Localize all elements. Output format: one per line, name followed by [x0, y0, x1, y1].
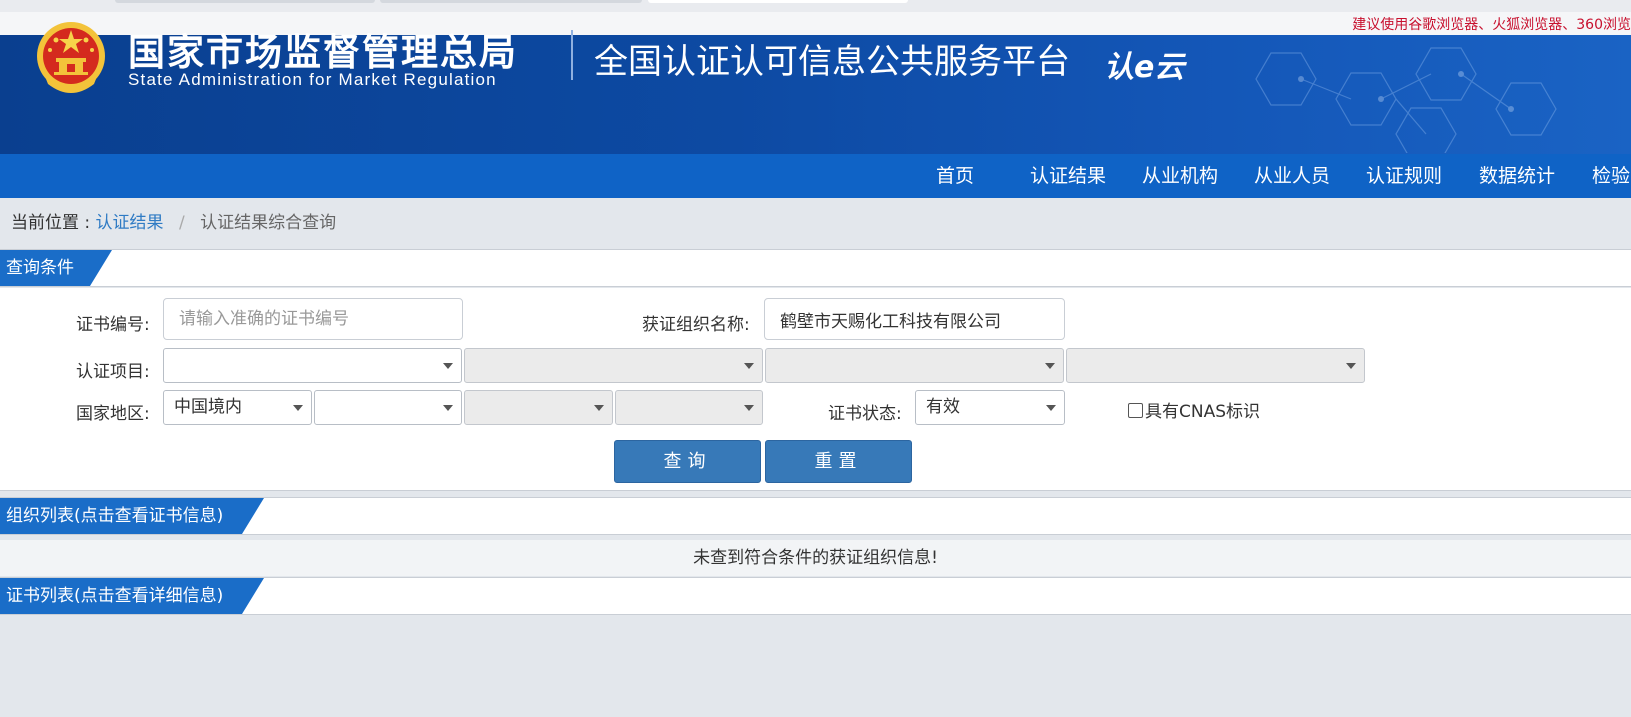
- breadcrumb-current: 认证结果综合查询: [200, 213, 337, 233]
- chevron-down-icon: [443, 363, 453, 369]
- nav-item-home[interactable]: 首页: [936, 154, 974, 198]
- query-form: 证书编号: 获证组织名称: 认证项目: 国家地区: 中国境内 证书状态: 有效 …: [0, 288, 1631, 491]
- browser-tab-active[interactable]: [648, 0, 908, 3]
- project-select-1[interactable]: [163, 348, 462, 383]
- org-name-en: State Administration for Market Regulati…: [128, 70, 497, 89]
- breadcrumb-link[interactable]: 认证结果: [96, 213, 164, 233]
- brand-logo: 认e云: [1104, 50, 1185, 85]
- status-select[interactable]: 有效: [915, 390, 1065, 425]
- browser-tab[interactable]: [115, 0, 375, 3]
- nav-item-institutions[interactable]: 从业机构: [1142, 154, 1218, 198]
- region-label: 国家地区:: [76, 404, 150, 424]
- cert-list-section-title: 证书列表(点击查看详细信息): [0, 578, 264, 614]
- cnas-checkbox-label: 具有CNAS标识: [1145, 402, 1261, 422]
- project-select-2[interactable]: [464, 348, 763, 383]
- nav-item-statistics[interactable]: 数据统计: [1479, 154, 1555, 198]
- chevron-down-icon: [293, 405, 303, 411]
- browser-tab[interactable]: [380, 0, 642, 3]
- region-select-value: 中国境内: [174, 397, 242, 417]
- chevron-down-icon: [443, 405, 453, 411]
- chevron-down-icon: [744, 405, 754, 411]
- cert-no-label: 证书编号:: [76, 315, 150, 335]
- nav-item-personnel[interactable]: 从业人员: [1254, 154, 1330, 198]
- chevron-down-icon: [1046, 405, 1056, 411]
- region-select-district[interactable]: [615, 390, 763, 425]
- header-divider: [571, 30, 573, 80]
- breadcrumb: 当前位置 : 认证结果 / 认证结果综合查询: [11, 208, 336, 233]
- breadcrumb-label: 当前位置 :: [11, 213, 91, 233]
- query-section-title: 查询条件: [0, 250, 112, 286]
- query-section-header: 查询条件: [0, 249, 1631, 287]
- cert-no-input[interactable]: [163, 298, 463, 340]
- project-label: 认证项目:: [76, 362, 150, 382]
- region-select-city[interactable]: [464, 390, 613, 425]
- project-select-3[interactable]: [765, 348, 1064, 383]
- nav-item-cert-results[interactable]: 认证结果: [1030, 154, 1106, 198]
- status-label: 证书状态:: [828, 404, 902, 424]
- cert-list-section-header: 证书列表(点击查看详细信息): [0, 577, 1631, 615]
- cnas-checkbox[interactable]: [1128, 403, 1143, 418]
- region-select-province[interactable]: [314, 390, 462, 425]
- org-list-empty-message: 未查到符合条件的获证组织信息!: [0, 540, 1631, 576]
- cnas-checkbox-wrap[interactable]: 具有CNAS标识: [1128, 397, 1260, 422]
- browser-top-strip: [0, 0, 1631, 12]
- chevron-down-icon: [594, 405, 604, 411]
- chevron-down-icon: [744, 363, 754, 369]
- org-list-section-header: 组织列表(点击查看证书信息): [0, 497, 1631, 535]
- national-emblem-icon: [37, 22, 105, 93]
- nav-item-rules[interactable]: 认证规则: [1366, 154, 1442, 198]
- query-button[interactable]: 查询: [614, 440, 761, 483]
- region-select-country[interactable]: 中国境内: [163, 390, 312, 425]
- nav-item-inspection[interactable]: 检验: [1592, 154, 1630, 198]
- status-select-value: 有效: [926, 397, 960, 417]
- platform-title: 全国认证认可信息公共服务平台: [594, 42, 1070, 82]
- breadcrumb-separator: /: [178, 213, 185, 233]
- org-name-input[interactable]: [764, 298, 1065, 340]
- hexagon-pattern-icon: [1255, 47, 1557, 153]
- chevron-down-icon: [1045, 363, 1055, 369]
- main-nav: 首页 认证结果 从业机构 从业人员 认证规则 数据统计 检验: [0, 154, 1631, 198]
- org-list-section-title: 组织列表(点击查看证书信息): [0, 498, 264, 534]
- org-name-label: 获证组织名称:: [642, 315, 750, 335]
- reset-button[interactable]: 重置: [765, 440, 912, 483]
- chevron-down-icon: [1346, 363, 1356, 369]
- org-name-cn: 国家市场监督管理总局: [128, 31, 518, 74]
- browser-notice: 建议使用谷歌浏览器、火狐浏览器、360浏览: [1352, 17, 1631, 33]
- project-select-4[interactable]: [1066, 348, 1365, 383]
